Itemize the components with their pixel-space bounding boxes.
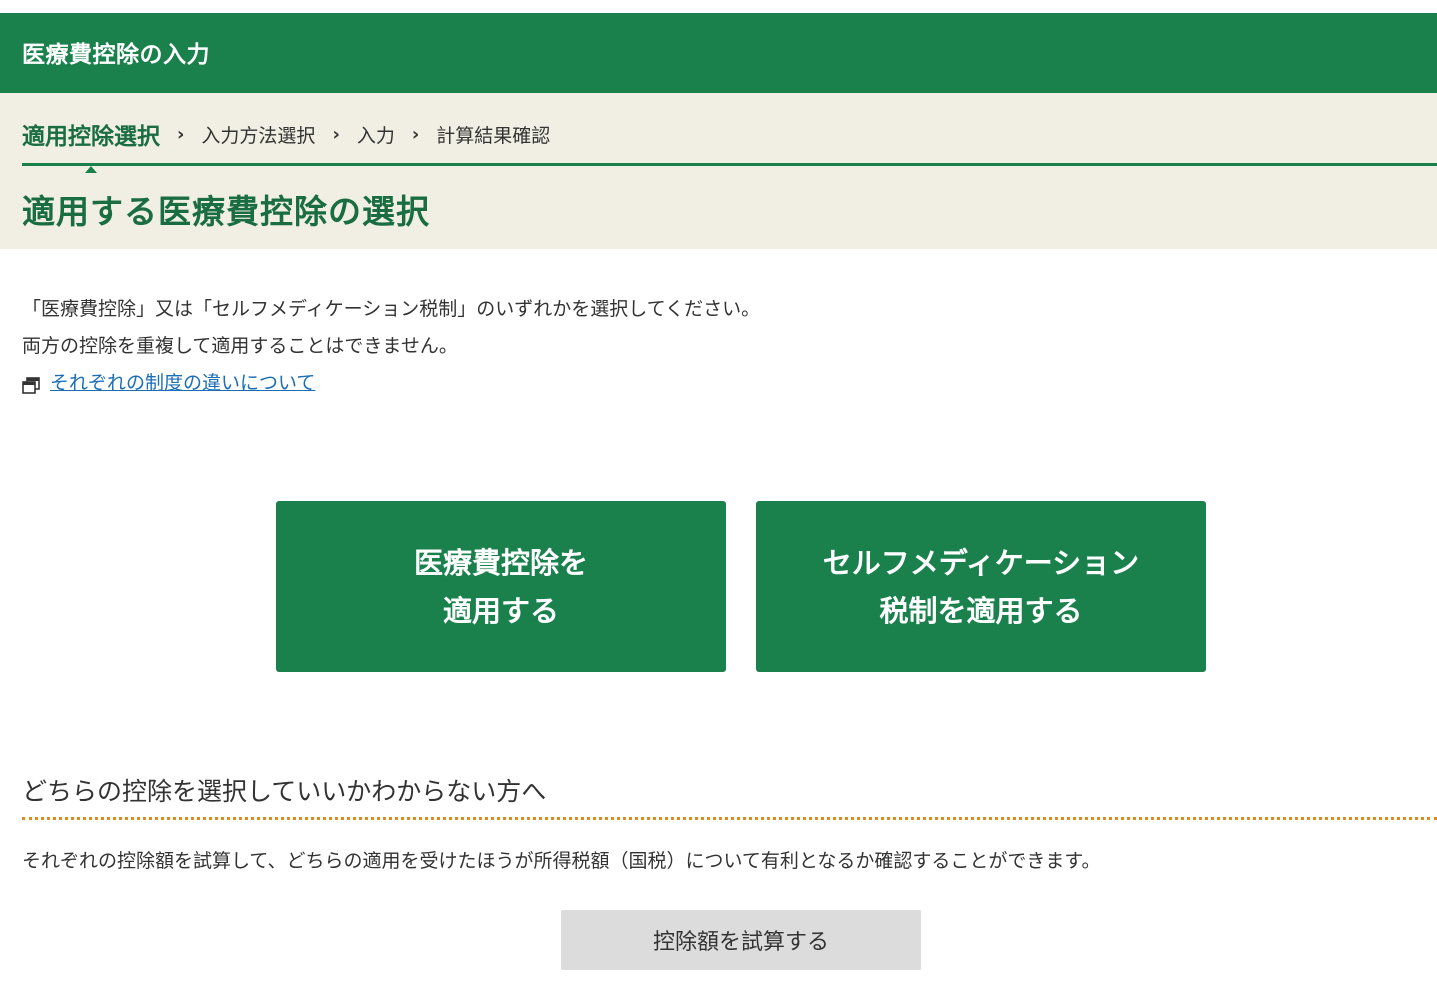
help-section-heading: どちらの控除を選択していいかわからない方へ	[22, 777, 547, 806]
help-section-text: それぞれの控除額を試算して、どちらの適用を受けたほうが所得税額（国税）について有…	[22, 850, 1101, 872]
apply-medical-deduction-button[interactable]: 医療費控除を 適用する	[276, 501, 726, 672]
step-input-method: 入力方法選択	[201, 124, 316, 147]
button-label-line-2: 税制を適用する	[879, 593, 1083, 628]
step-select-deduction: 適用控除選択	[22, 117, 160, 173]
button-label-line-1: 医療費控除を	[413, 545, 588, 580]
step-result-confirm: 計算結果確認	[436, 124, 551, 147]
chevron-right-icon: ›	[177, 123, 185, 145]
chevron-right-icon: ›	[411, 123, 420, 145]
button-label-line-1: セルフメディケーション	[822, 545, 1140, 580]
step-input: 入力	[356, 124, 395, 147]
step-indicator: 適用控除選択 › 入力方法選択 › 入力 › 計算結果確認	[22, 117, 551, 173]
window-icon	[22, 376, 40, 394]
page-header-band: 適用控除選択 › 入力方法選択 › 入力 › 計算結果確認 適用する医療費控除の…	[0, 93, 1437, 249]
chevron-right-icon: ›	[332, 123, 340, 145]
differences-link[interactable]: それぞれの制度の違いについて	[50, 368, 315, 395]
button-label-line-2: 適用する	[442, 593, 559, 628]
description-line-1: 「医療費控除」又は「セルフメディケーション税制」のいずれかを選択してください。	[22, 298, 761, 320]
description-line-2: 両方の控除を重複して適用することはできません。	[22, 335, 458, 357]
differences-link-row[interactable]: それぞれの制度の違いについて	[22, 368, 315, 395]
step-divider	[22, 163, 1437, 166]
header-bar: 医療費控除の入力	[0, 13, 1437, 93]
page-title: 適用する医療費控除の選択	[22, 192, 430, 231]
simulate-deduction-button[interactable]: 控除額を試算する	[561, 910, 921, 970]
header-title: 医療費控除の入力	[22, 42, 210, 68]
top-strip	[0, 0, 1437, 13]
apply-self-medication-button[interactable]: セルフメディケーション 税制を適用する	[756, 501, 1206, 672]
section-divider	[22, 817, 1437, 820]
